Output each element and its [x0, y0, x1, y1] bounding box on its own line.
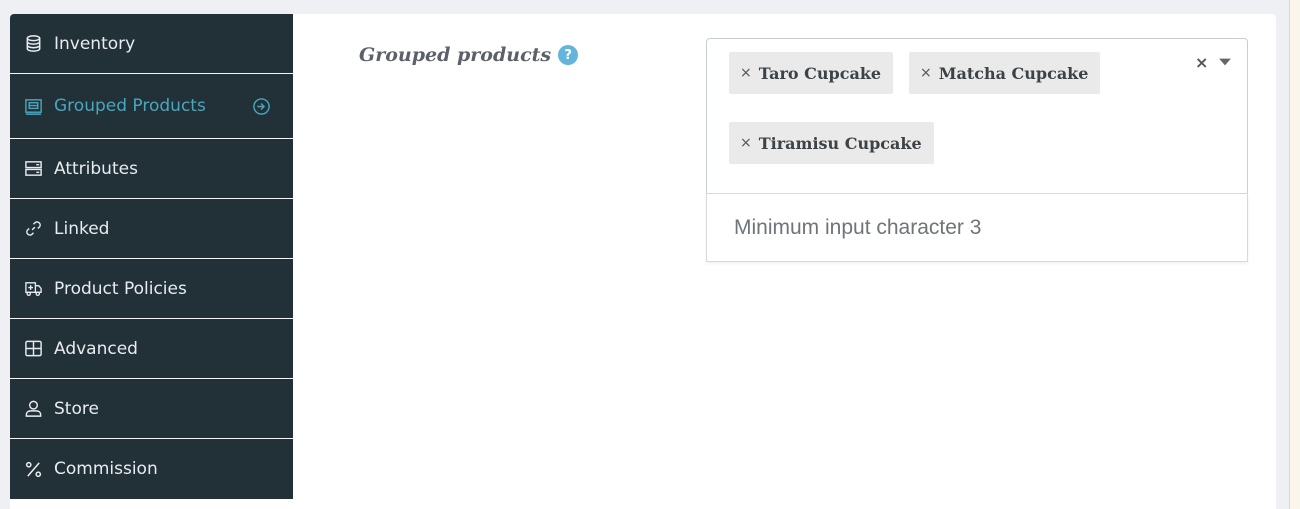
sidebar-item-label: Store: [54, 398, 99, 419]
sidebar-item-label: Commission: [54, 459, 158, 479]
selected-tag: × Matcha Cupcake: [909, 52, 1101, 94]
tag-label: Tiramisu Cupcake: [758, 133, 922, 153]
grouped-products-icon: [23, 96, 43, 116]
sidebar-item-product-policies[interactable]: Product Policies: [10, 259, 293, 319]
page-edge: [1289, 0, 1300, 509]
sidebar-item-store[interactable]: Store: [10, 379, 293, 439]
sidebar-item-label: Inventory: [54, 33, 136, 54]
grouped-products-label: Grouped products ?: [359, 44, 579, 66]
help-icon[interactable]: ?: [558, 45, 579, 65]
link-icon: [23, 219, 43, 239]
remove-tag-button[interactable]: ×: [740, 135, 752, 151]
field-label-text: Grouped products: [359, 44, 552, 66]
sidebar-item-inventory[interactable]: Inventory: [10, 14, 293, 74]
ambulance-icon: [23, 279, 43, 299]
server-icon: [23, 159, 43, 179]
database-icon: [23, 34, 43, 54]
tag-label: Taro Cupcake: [758, 63, 882, 83]
sidebar-item-attributes[interactable]: Attributes: [10, 139, 293, 199]
percent-icon: [23, 459, 43, 479]
dropdown-message: Minimum input character 3: [734, 216, 982, 239]
grid-icon: [23, 339, 43, 359]
sidebar-item-label: Grouped Products: [54, 96, 206, 116]
sidebar-item-label: Linked: [54, 218, 110, 239]
product-tabs-sidebar: Inventory Grouped Products Attributes Li…: [10, 14, 293, 499]
sidebar-item-grouped-products[interactable]: Grouped Products: [10, 74, 293, 139]
dropdown-results: Minimum input character 3: [706, 193, 1248, 262]
user-icon: [23, 399, 43, 419]
sidebar-item-commission[interactable]: Commission: [10, 439, 293, 499]
remove-tag-button[interactable]: ×: [740, 65, 752, 81]
sidebar-item-label: Product Policies: [54, 278, 187, 299]
chevron-down-icon[interactable]: [1217, 56, 1233, 68]
tag-label: Matcha Cupcake: [938, 63, 1089, 83]
sidebar-item-label: Advanced: [54, 338, 138, 359]
clear-all-button[interactable]: ×: [1195, 53, 1208, 72]
remove-tag-button[interactable]: ×: [920, 65, 932, 81]
sidebar-item-linked[interactable]: Linked: [10, 199, 293, 259]
selected-tag: × Tiramisu Cupcake: [729, 122, 934, 164]
arrow-circle-right-icon: [251, 96, 271, 116]
sidebar-item-advanced[interactable]: Advanced: [10, 319, 293, 379]
selected-tag: × Taro Cupcake: [729, 52, 894, 94]
sidebar-item-label: Attributes: [54, 158, 138, 179]
